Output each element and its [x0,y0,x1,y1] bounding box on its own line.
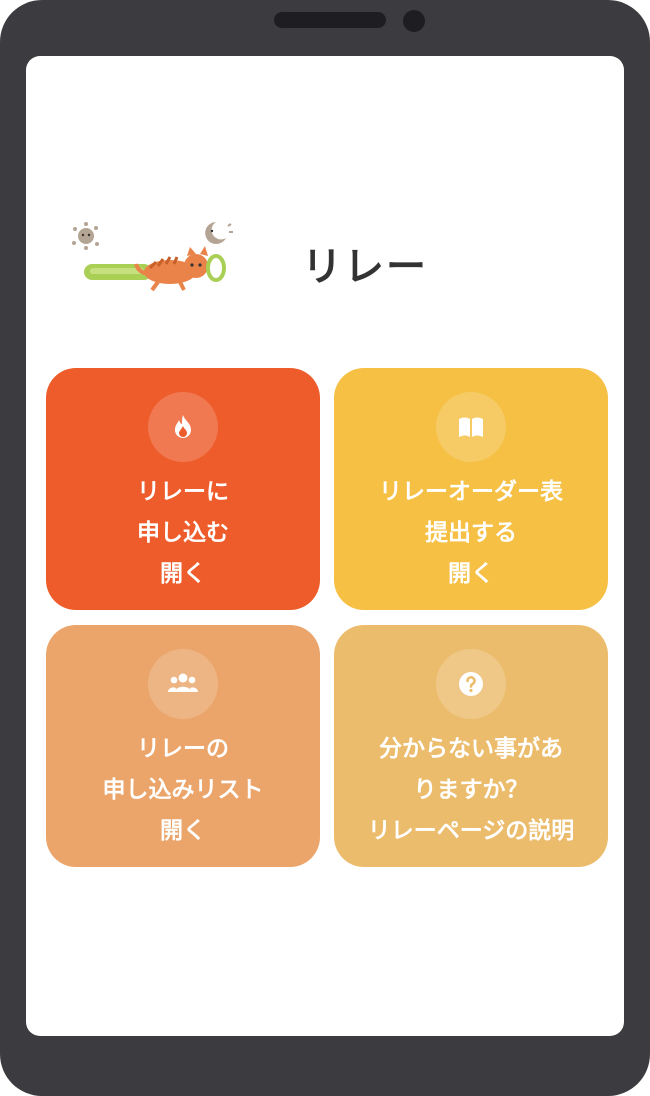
card-label: リレーオーダー表 提出する 開く [334,472,608,595]
page-header: リレー [66,216,586,306]
submit-order-sheet-button[interactable]: リレーオーダー表 提出する 開く [334,368,608,610]
phone-speaker [274,12,386,28]
relay-help-button[interactable]: 分からない事があ りますか？ リレーページの説明 [334,625,608,867]
card-label-line: りますか？ [413,777,529,803]
card-label-line: 開く [448,561,494,587]
card-label-line: 申し込みリスト [102,777,264,803]
phone-camera [403,10,425,32]
relay-cat-illustration [72,222,233,292]
card-label-line: 開く [160,561,206,587]
card-label-line: リレーページの説明 [367,818,575,844]
card-label-line: 提出する [425,520,517,546]
card-label-line: リレーの [137,736,229,762]
fire-icon [148,392,218,462]
card-label: リレーの 申し込みリスト 開く [46,729,320,852]
application-list-button[interactable]: リレーの 申し込みリスト 開く [46,625,320,867]
card-label: 分からない事があ りますか？ リレーページの説明 [334,729,608,852]
phone-screen: リレー リレーに 申し込む 開く リレーオーダー表 提出する 開く リレーの 申… [26,56,624,1036]
book-icon [436,392,506,462]
page-title: リレー [302,244,428,290]
card-label-line: 申し込む [137,520,229,546]
question-icon [436,649,506,719]
card-label-line: リレーに [137,479,229,505]
card-label-line: リレーオーダー表 [379,479,563,505]
card-label-line: 分からない事があ [379,736,563,762]
users-icon [148,649,218,719]
phone-frame: リレー リレーに 申し込む 開く リレーオーダー表 提出する 開く リレーの 申… [0,0,650,1096]
card-label-line: 開く [160,818,206,844]
card-label: リレーに 申し込む 開く [46,472,320,595]
apply-relay-button[interactable]: リレーに 申し込む 開く [46,368,320,610]
